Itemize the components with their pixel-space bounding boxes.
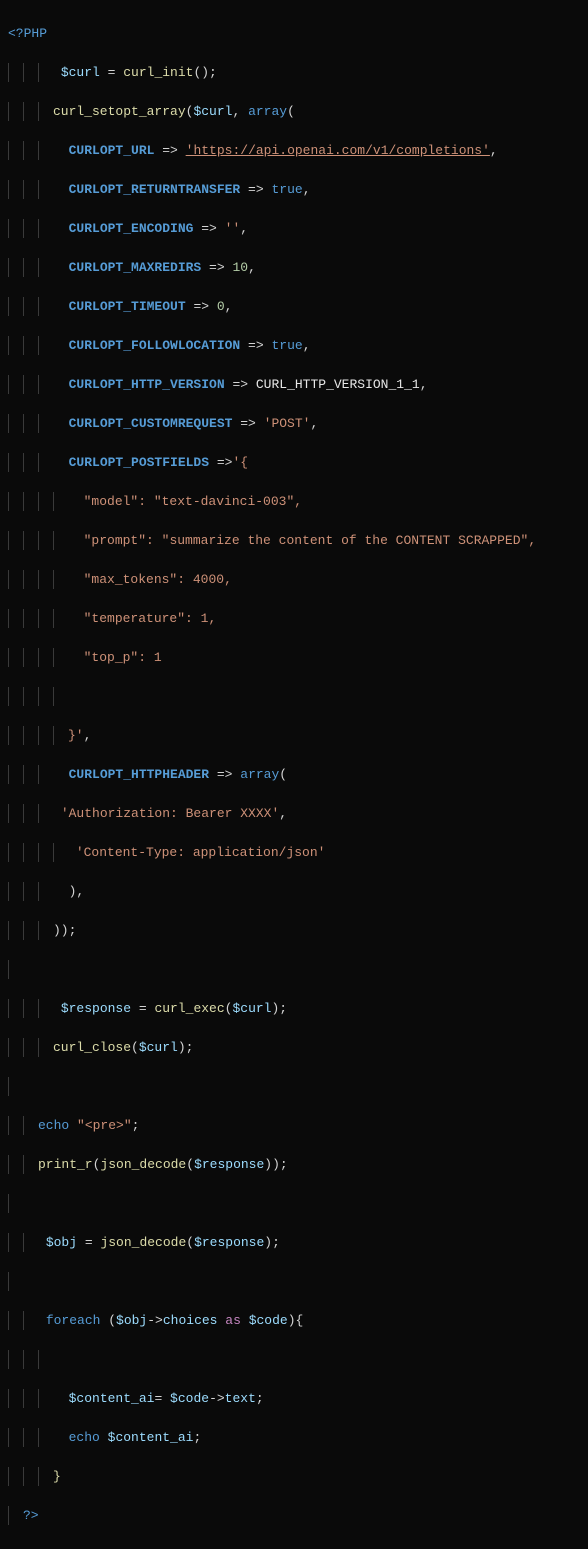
keyword-array: array xyxy=(240,767,279,782)
keyword-as: as xyxy=(225,1313,241,1328)
variable: $response xyxy=(194,1157,264,1172)
json-key: "temperature" xyxy=(84,611,185,626)
function-call: curl_exec xyxy=(154,1001,224,1016)
json-value: "text-davinci-003" xyxy=(154,494,294,509)
function-call: print_r xyxy=(38,1157,93,1172)
function-call: curl_close xyxy=(53,1040,131,1055)
constant: CURLOPT_CUSTOMREQUEST xyxy=(69,416,233,431)
constant: CURLOPT_MAXREDIRS xyxy=(69,260,202,275)
string: 'Authorization: Bearer XXXX' xyxy=(61,806,279,821)
string: '' xyxy=(225,221,241,236)
variable: $curl xyxy=(61,65,100,80)
json-key: "model" xyxy=(84,494,139,509)
keyword-echo: echo xyxy=(38,1118,69,1133)
string: "<pre>" xyxy=(77,1118,132,1133)
keyword-foreach: foreach xyxy=(46,1313,101,1328)
variable: $content_ai xyxy=(108,1430,194,1445)
variable: $obj xyxy=(46,1235,77,1250)
json-number: 1 xyxy=(154,650,162,665)
function-call: json_decode xyxy=(100,1235,186,1250)
property: text xyxy=(225,1391,256,1406)
function-call: curl_init xyxy=(123,65,193,80)
function-call: json_decode xyxy=(100,1157,186,1172)
constant: CURLOPT_RETURNTRANSFER xyxy=(69,182,241,197)
string: 'POST' xyxy=(264,416,311,431)
bool-true: true xyxy=(271,182,302,197)
constant: CURLOPT_HTTP_VERSION xyxy=(69,377,225,392)
variable: $content_ai xyxy=(69,1391,155,1406)
constant-value: CURL_HTTP_VERSION_1_1 xyxy=(256,377,420,392)
constant: CURLOPT_HTTPHEADER xyxy=(69,767,209,782)
code-block: <?PHP $curl = curl_init(); curl_setopt_a… xyxy=(0,0,588,1549)
keyword-array: array xyxy=(248,104,287,119)
string-close: }' xyxy=(68,728,84,743)
constant: CURLOPT_FOLLOWLOCATION xyxy=(69,338,241,353)
variable: $response xyxy=(61,1001,131,1016)
function-call: curl_setopt_array xyxy=(53,104,186,119)
variable: $curl xyxy=(193,104,232,119)
variable: $obj xyxy=(116,1313,147,1328)
keyword-echo: echo xyxy=(69,1430,100,1445)
variable: $response xyxy=(194,1235,264,1250)
variable: $code xyxy=(249,1313,288,1328)
constant: CURLOPT_ENCODING xyxy=(69,221,194,236)
php-open-tag: <?PHP xyxy=(8,26,47,41)
url-string: 'https://api.openai.com/v1/completions' xyxy=(186,143,490,158)
json-number: 4000 xyxy=(193,572,224,587)
json-value: "summarize the content of the CONTENT SC… xyxy=(162,533,529,548)
property: choices xyxy=(163,1313,218,1328)
json-key: "top_p" xyxy=(84,650,139,665)
json-key: "max_tokens" xyxy=(84,572,178,587)
variable: $curl xyxy=(139,1040,178,1055)
constant: CURLOPT_POSTFIELDS xyxy=(69,455,209,470)
json-key: "prompt" xyxy=(84,533,146,548)
string-open: '{ xyxy=(232,455,248,470)
bool-true: true xyxy=(271,338,302,353)
constant: CURLOPT_TIMEOUT xyxy=(69,299,186,314)
string: 'Content-Type: application/json' xyxy=(76,845,326,860)
number: 0 xyxy=(217,299,225,314)
constant: CURLOPT_URL xyxy=(69,143,155,158)
number: 10 xyxy=(232,260,248,275)
variable: $curl xyxy=(232,1001,271,1016)
variable: $code xyxy=(170,1391,209,1406)
php-close-tag: ?> xyxy=(23,1508,39,1523)
